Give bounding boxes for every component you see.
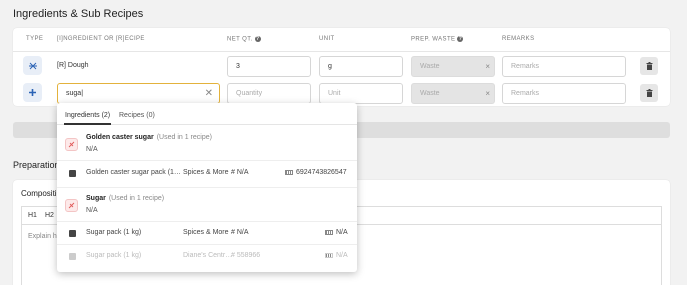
- pack-name: Sugar pack (1 kg): [86, 252, 142, 259]
- waste-placeholder: Waste: [420, 63, 440, 70]
- option-divider: [57, 187, 357, 188]
- pack-name: Golden caster sugar pack (1…: [86, 169, 181, 176]
- add-type-button[interactable]: [23, 83, 42, 102]
- trash-icon: [646, 89, 652, 97]
- pack-icon: [69, 170, 76, 177]
- pack-supplier: Spices & More: [183, 229, 229, 236]
- h1-button[interactable]: H1: [28, 212, 37, 219]
- whisk-icon: [28, 62, 37, 69]
- row-divider: [13, 51, 670, 52]
- pack-icon: [69, 253, 76, 260]
- h2-button[interactable]: H2: [45, 212, 54, 219]
- search-results-dropdown: Ingredients (2) Recipes (0) Golden caste…: [57, 103, 357, 272]
- clear-icon[interactable]: ×: [485, 84, 490, 103]
- tab-recipes[interactable]: Recipes (0): [119, 112, 155, 119]
- option-subtext: N/A: [86, 207, 98, 214]
- option-name: Sugar (Used in 1 recipe): [86, 195, 165, 202]
- header-remarks: REMARKS: [502, 36, 535, 42]
- help-icon[interactable]: ?: [457, 36, 464, 42]
- clear-icon[interactable]: ×: [485, 57, 490, 76]
- pack-supplier: Spices & More: [183, 169, 229, 176]
- ingredient-option[interactable]: Sugar (Used in 1 recipe) N/A: [57, 190, 357, 220]
- waste-field[interactable]: Waste ×: [411, 56, 495, 77]
- header-net-qty: NET QT.?: [227, 36, 261, 43]
- results-tabs: Ingredients (2) Recipes (0): [57, 103, 357, 125]
- delete-row-button[interactable]: [640, 57, 658, 75]
- barcode-icon: [325, 229, 333, 235]
- pack-option[interactable]: Golden caster sugar pack (1… Spices & Mo…: [57, 161, 357, 187]
- section-title: Ingredients & Sub Recipes: [13, 8, 144, 20]
- pack-barcode: N/A: [325, 229, 348, 236]
- close-icon[interactable]: ✕: [205, 87, 213, 101]
- barcode-icon: [325, 252, 333, 258]
- ingredient-search-input[interactable]: suga| ✕: [57, 83, 220, 104]
- plus-icon: [29, 89, 36, 96]
- tab-ingredients[interactable]: Ingredients (2): [65, 112, 110, 119]
- ingredient-name[interactable]: [R] Dough: [57, 62, 89, 69]
- ingredient-icon: [65, 199, 78, 212]
- remarks-field[interactable]: Remarks: [502, 56, 626, 77]
- pack-code: # N/A: [231, 229, 249, 236]
- pack-option[interactable]: Sugar pack (1 kg) Diane's Centr… # 55896…: [57, 245, 357, 267]
- header-prep-waste: PREP. WASTE?: [411, 36, 464, 43]
- pack-code: # 558966: [231, 252, 261, 259]
- header-type: TYPE: [26, 36, 44, 42]
- option-subtext: N/A: [86, 146, 98, 153]
- leaf-icon: [68, 141, 75, 148]
- barcode-icon: [285, 169, 293, 175]
- active-tab-indicator: [64, 123, 111, 125]
- search-value: suga: [66, 90, 82, 97]
- pack-barcode: N/A: [325, 252, 348, 259]
- pack-option[interactable]: Sugar pack (1 kg) Spices & More # N/A N/…: [57, 222, 357, 244]
- waste-placeholder: Waste: [420, 90, 440, 97]
- unit-field[interactable]: g: [319, 56, 403, 77]
- delete-row-button[interactable]: [640, 84, 658, 102]
- pack-name: Sugar pack (1 kg): [86, 229, 142, 236]
- trash-icon: [646, 62, 652, 70]
- leaf-icon: [68, 202, 75, 209]
- pack-icon: [69, 230, 76, 237]
- header-ingredient: [I]NGREDIENT OR [R]ECIPE: [57, 36, 145, 42]
- unit-field[interactable]: Unit: [319, 83, 403, 104]
- ingredient-option[interactable]: Golden caster sugar (Used in 1 recipe) N/…: [57, 129, 357, 159]
- pack-barcode: 6924743826547: [285, 169, 347, 176]
- preparation-title: Preparation: [13, 160, 60, 170]
- remarks-field[interactable]: Remarks: [502, 83, 626, 104]
- ingredients-card: TYPE [I]NGREDIENT OR [R]ECIPE NET QT.? U…: [13, 28, 670, 106]
- header-unit: UNIT: [319, 36, 335, 42]
- option-name: Golden caster sugar (Used in 1 recipe): [86, 134, 212, 141]
- ingredient-icon: [65, 138, 78, 151]
- recipe-type-button[interactable]: [23, 56, 42, 75]
- help-icon[interactable]: ?: [254, 36, 261, 42]
- quantity-field[interactable]: Quantity: [227, 83, 311, 104]
- pack-code: # N/A: [231, 169, 249, 176]
- quantity-field[interactable]: 3: [227, 56, 311, 77]
- pack-supplier: Diane's Centr…: [183, 252, 233, 259]
- waste-field[interactable]: Waste ×: [411, 83, 495, 104]
